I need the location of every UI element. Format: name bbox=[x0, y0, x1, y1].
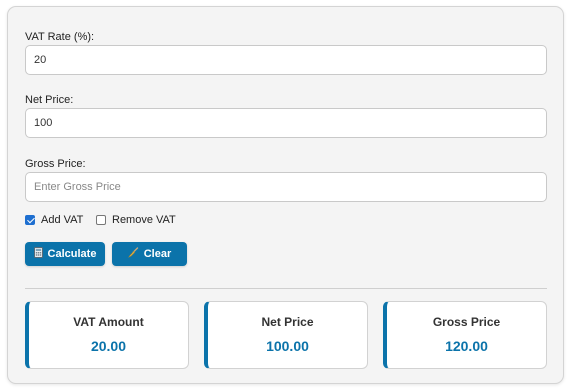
gross-price-result-title: Gross Price bbox=[432, 315, 501, 329]
gross-price-result: Gross Price 120.00 bbox=[383, 301, 547, 369]
add-vat-label: Add VAT bbox=[41, 214, 84, 226]
vat-rate-input[interactable] bbox=[25, 45, 547, 75]
net-price-result-title: Net Price bbox=[261, 315, 314, 329]
gross-price-result-value: 120.00 bbox=[445, 338, 488, 354]
results-divider bbox=[25, 288, 547, 289]
vat-amount-title: VAT Amount bbox=[73, 315, 144, 329]
vat-calculator-card: VAT Rate (%): Net Price: Gross Price: Ad… bbox=[7, 6, 564, 384]
calculator-icon bbox=[33, 247, 43, 261]
clear-button-label: Clear bbox=[143, 248, 172, 260]
calculate-button[interactable]: Calculate bbox=[25, 242, 105, 266]
calculate-button-label: Calculate bbox=[47, 248, 97, 260]
gross-price-label: Gross Price: bbox=[25, 158, 86, 170]
vat-amount-result: VAT Amount 20.00 bbox=[25, 301, 189, 369]
net-price-input[interactable] bbox=[25, 108, 547, 138]
clear-button[interactable]: Clear bbox=[112, 242, 187, 266]
remove-vat-label: Remove VAT bbox=[112, 214, 176, 226]
net-price-label: Net Price: bbox=[25, 94, 74, 106]
add-vat-checkbox[interactable] bbox=[25, 215, 35, 225]
vat-rate-label: VAT Rate (%): bbox=[25, 31, 95, 43]
broom-icon bbox=[127, 247, 139, 261]
add-vat-option[interactable]: Add VAT bbox=[25, 213, 83, 227]
net-price-result: Net Price 100.00 bbox=[204, 301, 368, 369]
gross-price-input[interactable] bbox=[25, 172, 547, 202]
remove-vat-option[interactable]: Remove VAT bbox=[96, 213, 176, 227]
remove-vat-checkbox[interactable] bbox=[96, 215, 106, 225]
net-price-result-value: 100.00 bbox=[266, 338, 309, 354]
vat-amount-value: 20.00 bbox=[90, 338, 127, 354]
